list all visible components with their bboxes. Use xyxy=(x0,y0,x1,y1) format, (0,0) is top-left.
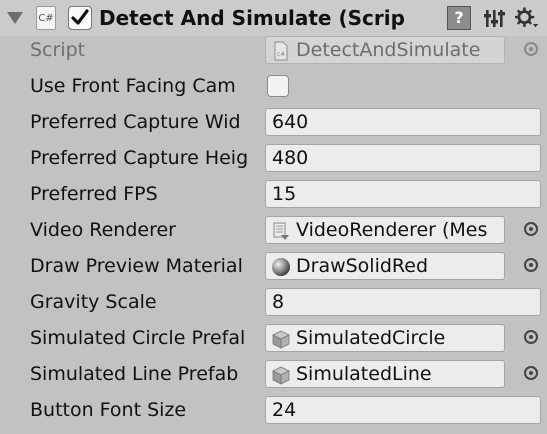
prefab-cube-icon xyxy=(272,330,290,349)
component-title: Detect And Simulate (Scrip xyxy=(99,6,405,30)
simulated-circle-prefab-label: Simulated Circle Prefal xyxy=(30,327,246,349)
script-row: Script c# DetectAndSimulate xyxy=(0,32,547,68)
preferred-capture-height-row: Preferred Capture Heig 480 xyxy=(0,140,547,176)
draw-preview-material-row: Draw Preview Material DrawSolidRed xyxy=(0,248,547,284)
simulated-circle-prefab-row: Simulated Circle Prefal SimulatedCircle xyxy=(0,320,547,356)
draw-preview-material-picker-icon[interactable] xyxy=(524,258,538,272)
simulated-line-prefab-picker-icon[interactable] xyxy=(524,366,538,380)
script-file-icon: c# xyxy=(274,41,288,61)
prefab-cube-icon xyxy=(272,366,290,385)
checkmark-icon xyxy=(71,9,89,25)
script-label: Script xyxy=(30,39,86,61)
gravity-scale-input[interactable]: 8 xyxy=(265,288,541,316)
mesh-renderer-icon xyxy=(273,222,289,240)
preferred-capture-height-label: Preferred Capture Heig xyxy=(30,147,249,169)
video-renderer-label: Video Renderer xyxy=(30,219,176,241)
video-renderer-value: VideoRenderer (Mes xyxy=(296,219,488,241)
script-field: c# DetectAndSimulate xyxy=(265,36,505,64)
simulated-line-prefab-row: Simulated Line Prefab SimulatedLine xyxy=(0,356,547,392)
presets-icon[interactable] xyxy=(483,6,507,30)
object-picker-icon xyxy=(524,42,538,56)
video-renderer-picker-icon[interactable] xyxy=(524,222,538,236)
preferred-fps-label: Preferred FPS xyxy=(30,183,158,205)
svg-text:c#: c# xyxy=(277,51,285,58)
preferred-fps-row: Preferred FPS 15 xyxy=(0,176,547,212)
simulated-line-prefab-label: Simulated Line Prefab xyxy=(30,363,239,385)
preferred-fps-input[interactable]: 15 xyxy=(265,180,541,208)
simulated-circle-prefab-field[interactable]: SimulatedCircle xyxy=(265,324,505,352)
button-font-size-row: Button Font Size 24 xyxy=(0,392,547,428)
csharp-script-icon: C# xyxy=(36,6,56,30)
gear-icon[interactable] xyxy=(515,6,539,30)
material-sphere-icon xyxy=(272,258,290,276)
preferred-capture-width-input[interactable]: 640 xyxy=(265,108,541,136)
use-front-facing-cam-checkbox[interactable] xyxy=(267,75,289,97)
simulated-line-prefab-value: SimulatedLine xyxy=(296,363,432,385)
script-value: DetectAndSimulate xyxy=(296,39,481,61)
preferred-capture-width-row: Preferred Capture Wid 640 xyxy=(0,104,547,140)
use-front-facing-cam-label: Use Front Facing Cam xyxy=(30,75,236,97)
help-book-icon[interactable]: ? xyxy=(447,6,471,30)
draw-preview-material-value: DrawSolidRed xyxy=(296,255,429,277)
foldout-arrow-icon[interactable] xyxy=(7,12,23,24)
simulated-circle-prefab-picker-icon[interactable] xyxy=(524,330,538,344)
draw-preview-material-label: Draw Preview Material xyxy=(30,255,243,277)
simulated-circle-prefab-value: SimulatedCircle xyxy=(296,327,446,349)
button-font-size-input[interactable]: 24 xyxy=(265,396,541,424)
simulated-line-prefab-field[interactable]: SimulatedLine xyxy=(265,360,505,388)
component-header: C# Detect And Simulate (Scrip ? xyxy=(0,0,547,36)
draw-preview-material-field[interactable]: DrawSolidRed xyxy=(265,252,505,280)
button-font-size-label: Button Font Size xyxy=(30,399,187,421)
gravity-scale-row: Gravity Scale 8 xyxy=(0,284,547,320)
use-front-facing-cam-row: Use Front Facing Cam xyxy=(0,68,547,104)
gravity-scale-label: Gravity Scale xyxy=(30,291,157,313)
preferred-capture-height-input[interactable]: 480 xyxy=(265,144,541,172)
video-renderer-row: Video Renderer VideoRenderer (Mes xyxy=(0,212,547,248)
video-renderer-field[interactable]: VideoRenderer (Mes xyxy=(265,216,505,244)
component-enabled-checkbox[interactable] xyxy=(68,6,92,30)
preferred-capture-width-label: Preferred Capture Wid xyxy=(30,111,241,133)
